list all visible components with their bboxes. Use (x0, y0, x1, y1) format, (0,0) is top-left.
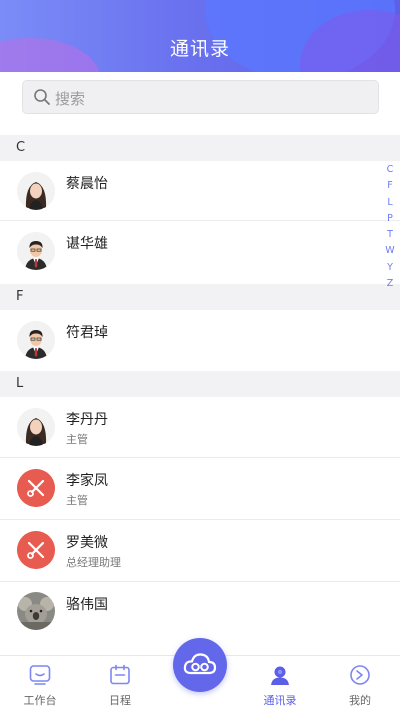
calendar-icon (110, 664, 130, 685)
avatar (17, 531, 55, 569)
contact-name: 罗美微 (66, 535, 108, 551)
contact-role: 总经理助理 (66, 556, 121, 569)
tools-icon (17, 469, 55, 507)
section-letter: F (16, 289, 24, 304)
female-avatar-icon (17, 408, 55, 446)
workbench-icon (29, 665, 51, 685)
tab-label: 工作台 (23, 694, 57, 707)
section-header-f: F (0, 284, 400, 310)
center-action-button[interactable] (173, 638, 227, 692)
page-title: 通讯录 (169, 38, 230, 60)
female-avatar-icon (17, 172, 55, 210)
contact-name: 蔡晨怡 (66, 176, 108, 192)
tab-contacts[interactable]: 通讯录 (240, 656, 320, 711)
header-bar: 通讯录 (0, 0, 400, 72)
avatar (17, 592, 55, 630)
cloud-icon (183, 653, 217, 675)
contact-item[interactable]: 李丹丹 主管 (0, 397, 400, 458)
index-letter[interactable]: Z (383, 276, 397, 292)
contact-name: 骆伟国 (66, 597, 108, 613)
search-placeholder: 搜索 (55, 90, 86, 108)
profile-icon (350, 665, 370, 685)
section-letter: L (16, 376, 24, 391)
section-header-l: L (0, 371, 400, 397)
index-letter[interactable]: Y (383, 260, 397, 276)
tab-label: 我的 (349, 694, 371, 707)
avatar (17, 408, 55, 446)
contact-name: 符君琸 (66, 325, 108, 341)
male-avatar-icon (17, 232, 55, 270)
index-letter[interactable]: P (383, 211, 397, 227)
male-avatar-icon (17, 321, 55, 359)
contact-name: 李家凤 (66, 473, 108, 489)
section-header-c: C (0, 135, 400, 161)
tab-label: 通讯录 (263, 694, 297, 707)
index-letter[interactable]: T (383, 227, 397, 243)
index-letter[interactable]: C (383, 162, 397, 178)
contact-item[interactable]: 谌华雄 (0, 221, 400, 281)
contact-item[interactable]: 罗美微 总经理助理 (0, 520, 400, 582)
section-letter: C (16, 140, 26, 155)
contact-name: 李丹丹 (66, 412, 108, 428)
alphabet-index[interactable]: C F L P T W Y Z (383, 162, 397, 292)
avatar (17, 172, 55, 210)
search-area: 搜索 (0, 72, 400, 132)
contact-name: 谌华雄 (66, 236, 108, 252)
search-icon (33, 88, 51, 106)
contact-item[interactable]: 骆伟国 (0, 582, 400, 642)
contact-item[interactable]: 蔡晨怡 (0, 161, 400, 221)
contacts-icon (271, 666, 289, 685)
avatar (17, 232, 55, 270)
tab-profile[interactable]: 我的 (320, 656, 400, 711)
contact-item[interactable]: 李家凤 主管 (0, 458, 400, 520)
contact-role: 主管 (66, 494, 88, 507)
tab-calendar[interactable]: 日程 (80, 656, 160, 711)
avatar (17, 321, 55, 359)
avatar (17, 469, 55, 507)
koala-photo-icon (17, 592, 55, 630)
index-letter[interactable]: F (383, 178, 397, 194)
search-input[interactable]: 搜索 (22, 80, 379, 114)
contact-role: 主管 (66, 433, 88, 446)
index-letter[interactable]: L (383, 195, 397, 211)
tools-icon (17, 531, 55, 569)
tab-label: 日程 (109, 694, 131, 707)
tab-workbench[interactable]: 工作台 (0, 656, 80, 711)
contact-item[interactable]: 符君琸 (0, 310, 400, 370)
index-letter[interactable]: W (383, 243, 397, 259)
